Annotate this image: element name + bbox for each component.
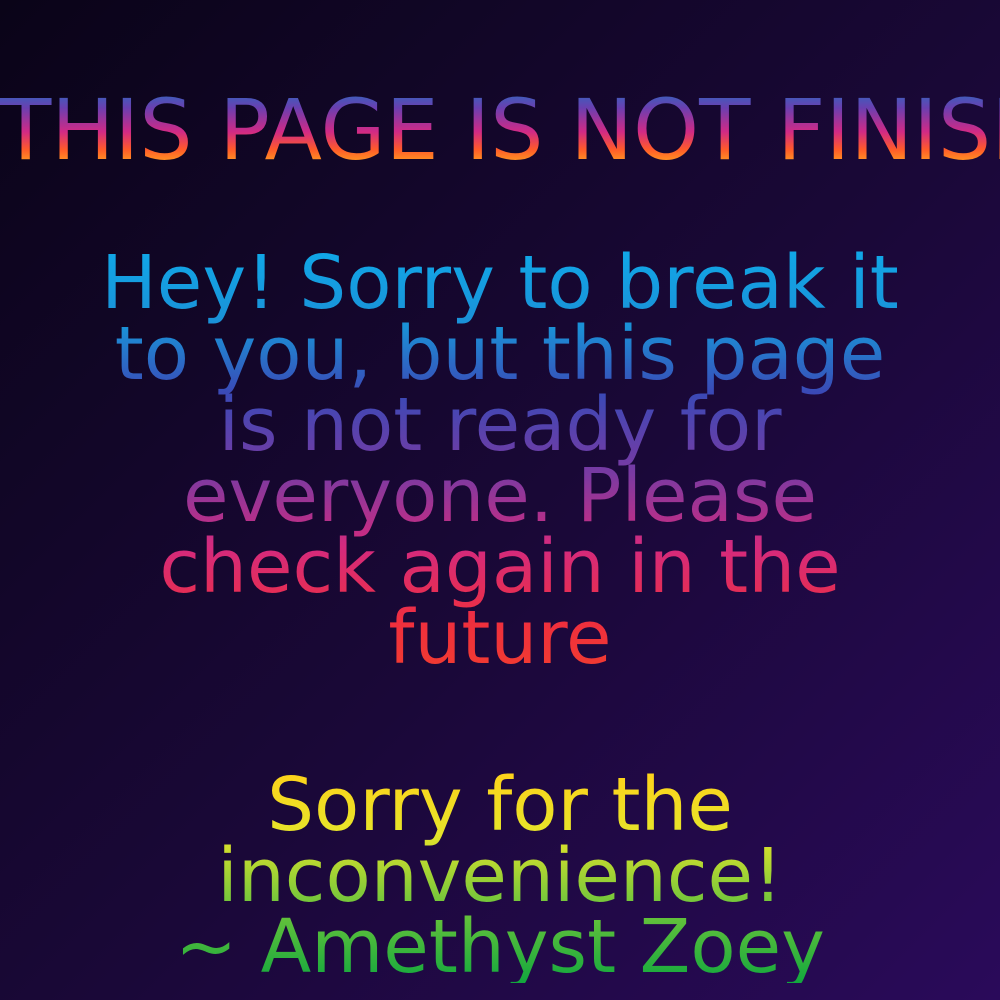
title-line-1: THIS PAGE IS NOT [0,81,751,180]
message-line-6: future [388,595,612,681]
title-line-2: FINISHED!!! [777,81,992,180]
signoff-line-2: inconvenience! [217,833,783,919]
message-line-1: Hey! Sorry to break it [101,240,899,326]
signature: ~ Amethyst Zoey [175,904,825,990]
notice-page: THIS PAGE IS NOT FINISHED!!! Hey! Sorry … [0,0,1000,1000]
notice-message: Hey! Sorry to break it to you, but this … [0,248,1000,674]
message-line-2: to you, but this page [114,311,886,397]
signoff-line-1: Sorry for the [267,762,733,848]
page-title: THIS PAGE IS NOT FINISHED!!! [0,86,1000,174]
message-line-3: is not ready for [218,382,782,468]
signoff: Sorry for the inconvenience! ~ Amethyst … [0,770,1000,983]
message-line-5: check again in the [159,524,841,610]
message-line-4: everyone. Please [183,453,817,539]
